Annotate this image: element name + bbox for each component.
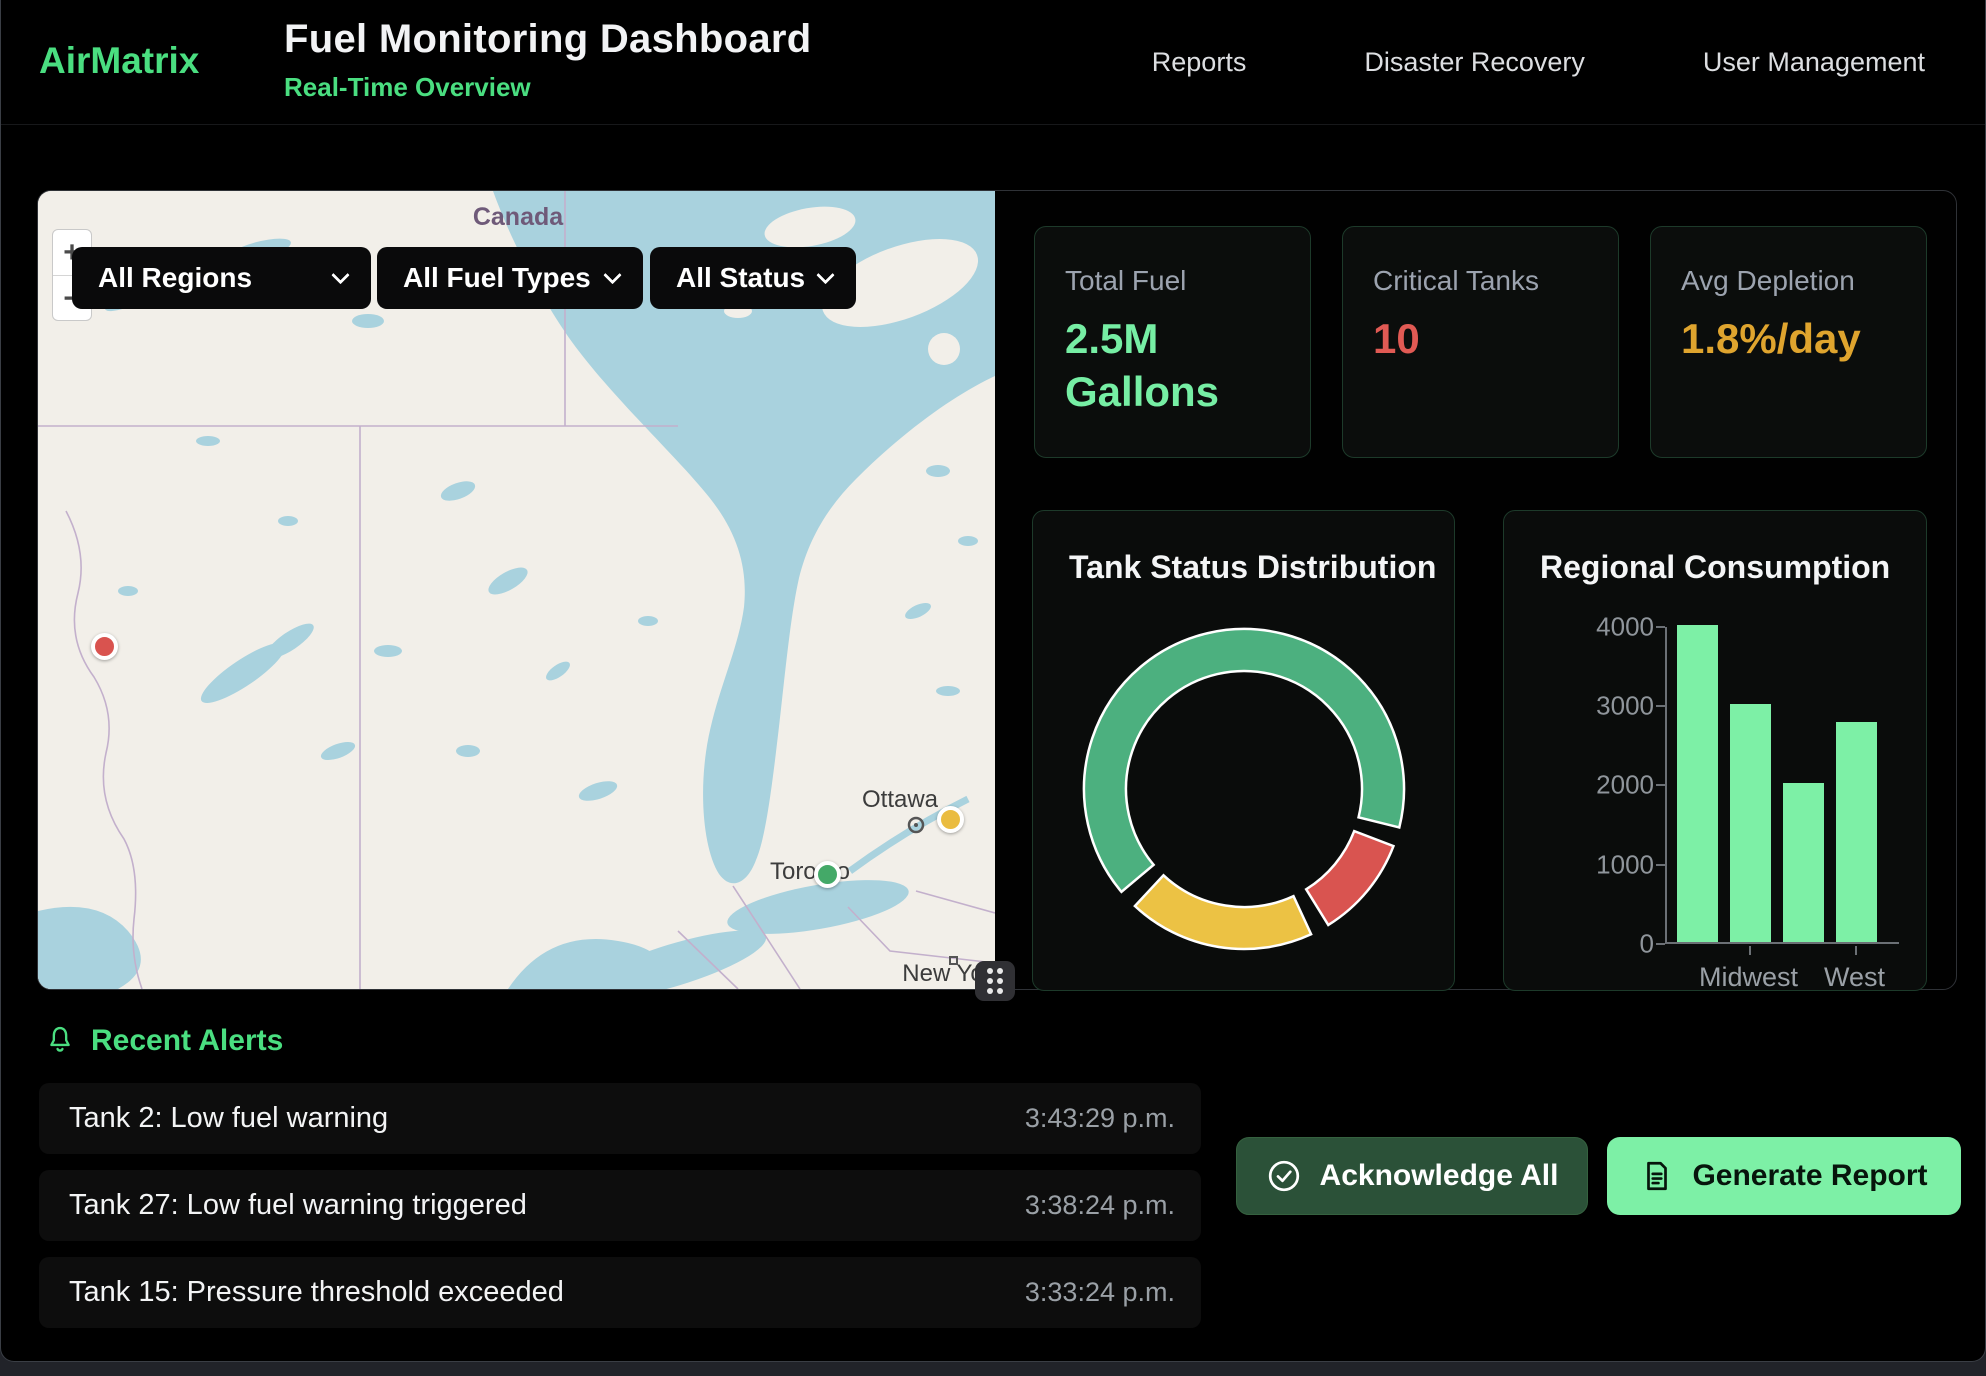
alert-message: Tank 2: Low fuel warning	[69, 1102, 388, 1135]
alert-time: 3:43:29 p.m.	[1025, 1103, 1175, 1134]
bar-region-0	[1677, 625, 1718, 942]
fuel-type-filter-value: All Fuel Types	[403, 262, 591, 294]
alert-row[interactable]: Tank 2: Low fuel warning 3:43:29 p.m.	[39, 1083, 1201, 1154]
bar-region-2	[1783, 783, 1824, 942]
check-circle-icon	[1266, 1158, 1302, 1194]
stat-card-total-fuel: Total Fuel 2.5M Gallons	[1034, 226, 1311, 458]
alert-message: Tank 27: Low fuel warning triggered	[69, 1189, 527, 1222]
donut-segment-critical	[1306, 831, 1393, 925]
title-block: Fuel Monitoring Dashboard Real-Time Over…	[284, 17, 811, 103]
alert-time: 3:33:24 p.m.	[1025, 1277, 1175, 1308]
chevron-down-icon	[331, 266, 349, 284]
page-title: Fuel Monitoring Dashboard	[284, 17, 811, 62]
map-label-ottawa: Ottawa	[862, 786, 939, 813]
alert-time: 3:38:24 p.m.	[1025, 1190, 1175, 1221]
status-filter-value: All Status	[676, 262, 805, 294]
y-axis-label: 2000	[1544, 770, 1654, 801]
generate-report-button[interactable]: Generate Report	[1607, 1137, 1961, 1215]
stat-label: Critical Tanks	[1373, 265, 1588, 297]
map-graphics: Canada Ottawa Toronto New York	[38, 191, 995, 989]
main-nav: Reports Disaster Recovery User Managemen…	[1152, 0, 1925, 125]
tank-status-chart-card: Tank Status Distribution	[1032, 510, 1455, 991]
dashboard-window: AirMatrix Fuel Monitoring Dashboard Real…	[0, 0, 1986, 1362]
alert-message: Tank 15: Pressure threshold exceeded	[69, 1276, 564, 1309]
x-axis-label: West	[1824, 962, 1885, 993]
nav-item-disaster-recovery[interactable]: Disaster Recovery	[1364, 47, 1585, 78]
stat-card-critical-tanks: Critical Tanks 10	[1342, 226, 1619, 458]
map-marker-critical[interactable]	[91, 633, 118, 660]
fuel-map[interactable]: Canada Ottawa Toronto New York + − All R…	[38, 191, 995, 989]
recent-alerts-title: Recent Alerts	[91, 1024, 283, 1058]
y-axis-label: 0	[1544, 929, 1654, 960]
y-axis-label: 3000	[1544, 691, 1654, 722]
stat-label: Total Fuel	[1065, 265, 1280, 297]
chevron-down-icon	[603, 266, 621, 284]
alert-row[interactable]: Tank 27: Low fuel warning triggered 3:38…	[39, 1170, 1201, 1241]
map-marker-normal[interactable]	[814, 861, 841, 888]
region-filter-select[interactable]: All Regions	[72, 247, 371, 309]
stat-value: 2.5M Gallons	[1065, 313, 1280, 418]
acknowledge-all-button[interactable]: Acknowledge All	[1236, 1137, 1588, 1215]
map-drag-handle-icon[interactable]	[975, 961, 1015, 1001]
stat-label: Avg Depletion	[1681, 265, 1896, 297]
acknowledge-all-label: Acknowledge All	[1320, 1159, 1559, 1193]
recent-alerts-header: Recent Alerts	[45, 1024, 283, 1058]
regional-consumption-chart-card: Regional Consumption 01000200030004000Mi…	[1503, 510, 1927, 991]
bell-icon	[45, 1025, 75, 1057]
y-axis-label: 4000	[1544, 612, 1654, 643]
bar-region-3	[1836, 722, 1877, 942]
alert-row[interactable]: Tank 15: Pressure threshold exceeded 3:3…	[39, 1257, 1201, 1328]
region-filter-value: All Regions	[98, 262, 252, 294]
nav-item-reports[interactable]: Reports	[1152, 47, 1247, 78]
generate-report-label: Generate Report	[1692, 1159, 1927, 1193]
regional-consumption-bar-chart: 0 1000 2000 3000 4000 Midwest West	[1504, 511, 1928, 992]
stat-value: 1.8%/day	[1681, 313, 1896, 366]
bar-region-1	[1730, 704, 1771, 942]
page-subtitle: Real-Time Overview	[284, 72, 811, 103]
stat-card-avg-depletion: Avg Depletion 1.8%/day	[1650, 226, 1927, 458]
tank-status-donut-chart	[1074, 619, 1414, 959]
x-axis-label: Midwest	[1699, 962, 1798, 993]
stat-value: 10	[1373, 313, 1588, 366]
fuel-type-filter-select[interactable]: All Fuel Types	[377, 247, 643, 309]
donut-chart-title: Tank Status Distribution	[1069, 549, 1436, 586]
nav-item-user-management[interactable]: User Management	[1703, 47, 1925, 78]
map-marker-warning[interactable]	[937, 806, 964, 833]
chevron-down-icon	[816, 266, 834, 284]
status-filter-select[interactable]: All Status	[650, 247, 856, 309]
brand-logo: AirMatrix	[39, 40, 199, 82]
donut-segment-warning	[1135, 875, 1311, 949]
y-axis-label: 1000	[1544, 850, 1654, 881]
app-header: AirMatrix Fuel Monitoring Dashboard Real…	[1, 0, 1985, 125]
map-label-canada: Canada	[473, 203, 564, 231]
top-section: Canada Ottawa Toronto New York + − All R…	[37, 190, 1957, 990]
document-icon	[1640, 1159, 1674, 1193]
